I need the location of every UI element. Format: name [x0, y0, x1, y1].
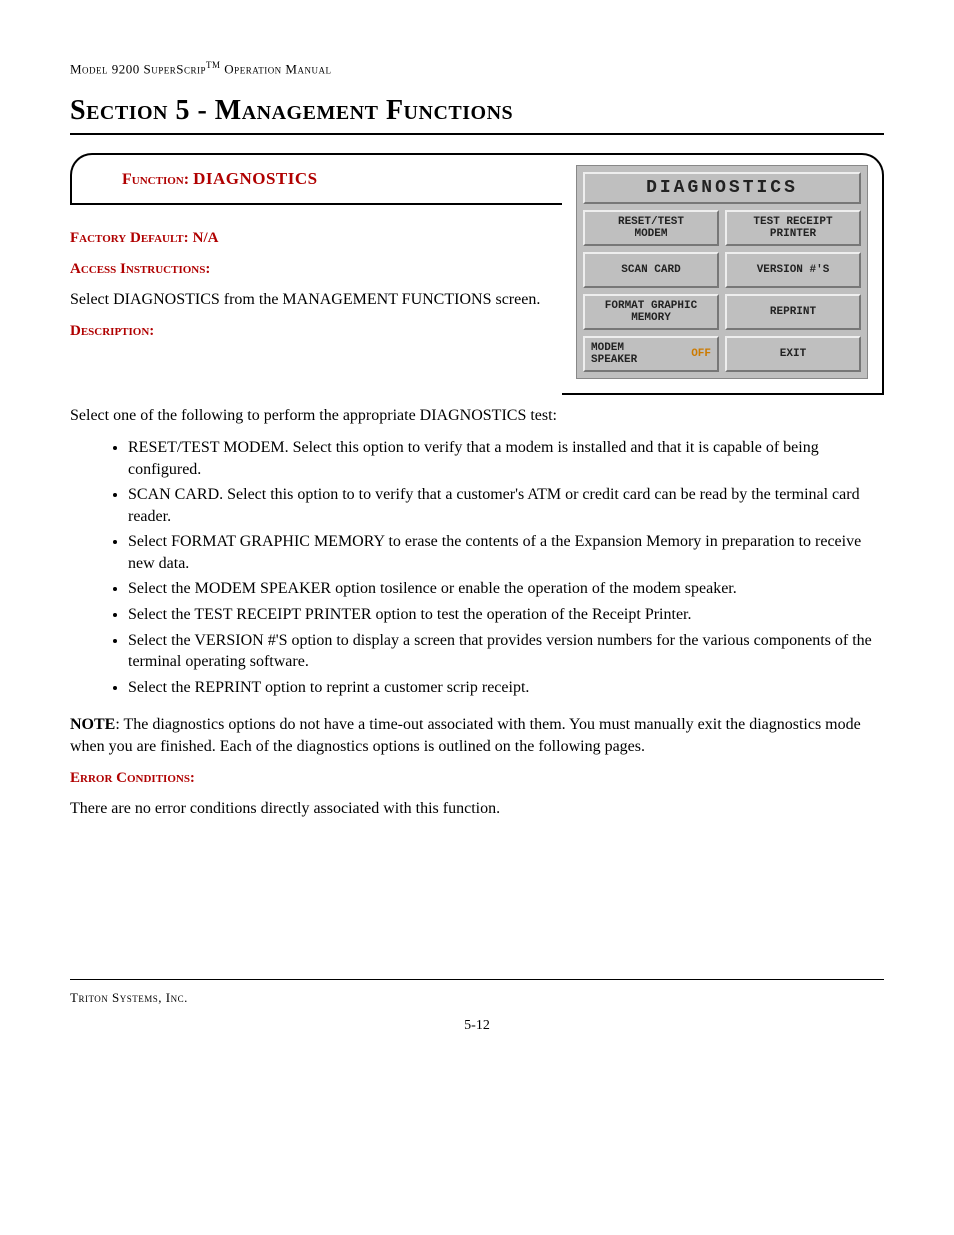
header-suffix: Operation Manual — [221, 61, 332, 76]
screen: DIAGNOSTICS RESET/TEST MODEM TEST RECEIP… — [576, 165, 868, 379]
description-lead: Select one of the following to perform t… — [70, 405, 884, 427]
btn-scan-card[interactable]: SCAN CARD — [583, 252, 719, 288]
list-item: Select the MODEM SPEAKER option tosilenc… — [128, 578, 884, 600]
access-instructions-body: Select DIAGNOSTICS from the MANAGEMENT F… — [70, 289, 547, 311]
left-column: Function: DIAGNOSTICS Factory Default: N… — [70, 153, 562, 351]
footer-rule — [70, 979, 884, 980]
btn-reset-test-modem[interactable]: RESET/TEST MODEM — [583, 210, 719, 246]
btn-modem-speaker-label: MODEM SPEAKER — [591, 342, 637, 366]
list-item: RESET/TEST MODEM. Select this option to … — [128, 437, 884, 480]
list-item: SCAN CARD. Select this option to to veri… — [128, 484, 884, 527]
header-product: uperScrip — [151, 61, 206, 76]
function-value: DIAGNOSTICS — [193, 169, 318, 188]
note-label: NOTE — [70, 716, 115, 733]
spacer — [70, 829, 884, 949]
btn-reprint[interactable]: REPRINT — [725, 294, 861, 330]
function-banner: Function: DIAGNOSTICS — [70, 153, 562, 205]
screen-title: DIAGNOSTICS — [583, 172, 861, 204]
screen-panel: DIAGNOSTICS RESET/TEST MODEM TEST RECEIP… — [562, 153, 884, 395]
title-rule — [70, 133, 884, 135]
btn-modem-speaker[interactable]: MODEM SPEAKER OFF — [583, 336, 719, 372]
btn-exit[interactable]: EXIT — [725, 336, 861, 372]
header-model: Model 9200 S — [70, 61, 151, 76]
list-item: Select the REPRINT option to reprint a c… — [128, 677, 884, 699]
top-block: Function: DIAGNOSTICS Factory Default: N… — [70, 153, 884, 395]
access-instructions-label: Access Instructions: — [70, 259, 547, 279]
trademark-symbol: TM — [206, 60, 221, 70]
factory-default-label: Factory Default: — [70, 230, 189, 246]
btn-modem-speaker-state: OFF — [691, 348, 711, 360]
screen-button-grid: RESET/TEST MODEM TEST RECEIPT PRINTER SC… — [583, 210, 861, 372]
factory-default-row: Factory Default: N/A — [70, 227, 547, 249]
running-header: Model 9200 SuperScripTM Operation Manual — [70, 60, 884, 77]
note-paragraph: NOTE: The diagnostics options do not hav… — [70, 714, 884, 757]
description-label: Description: — [70, 321, 547, 341]
error-conditions-label: Error Conditions: — [70, 768, 884, 788]
btn-format-graphic-memory[interactable]: FORMAT GRAPHIC MEMORY — [583, 294, 719, 330]
page-number: 5-12 — [70, 1018, 884, 1034]
footer-company: Triton Systems, Inc. — [70, 990, 884, 1006]
note-body: : The diagnostics options do not have a … — [70, 716, 861, 755]
factory-default-value: N/A — [193, 230, 219, 246]
section-title: Section 5 - Management Functions — [70, 95, 884, 127]
btn-version-numbers[interactable]: VERSION #'S — [725, 252, 861, 288]
list-item: Select the TEST RECEIPT PRINTER option t… — [128, 604, 884, 626]
bullet-list: RESET/TEST MODEM. Select this option to … — [70, 437, 884, 699]
list-item: Select FORMAT GRAPHIC MEMORY to erase th… — [128, 531, 884, 574]
list-item: Select the VERSION #'S option to display… — [128, 630, 884, 673]
btn-test-receipt-printer[interactable]: TEST RECEIPT PRINTER — [725, 210, 861, 246]
function-label: Function: — [122, 171, 189, 188]
error-conditions-body: There are no error conditions directly a… — [70, 798, 884, 820]
